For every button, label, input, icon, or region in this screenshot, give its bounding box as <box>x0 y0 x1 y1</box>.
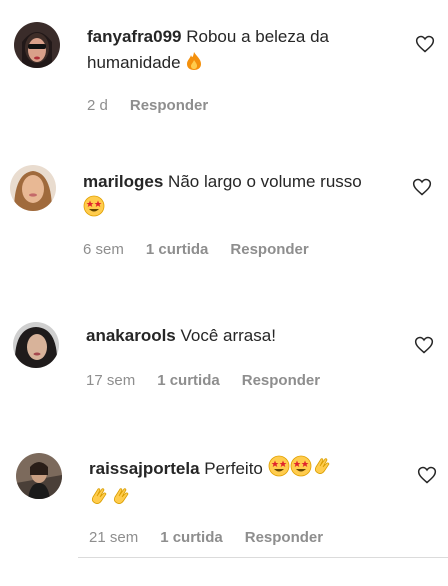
comment-body: raissajportela Perfeito <box>89 455 389 515</box>
avatar[interactable] <box>13 322 59 368</box>
reply-button[interactable]: Responder <box>242 372 320 389</box>
comment-username[interactable]: fanyafra099 <box>87 27 182 46</box>
comment-meta: 21 sem 1 curtida Responder <box>89 529 345 546</box>
comment-username[interactable]: mariloges <box>83 172 163 191</box>
likes-count[interactable]: 1 curtida <box>160 529 223 546</box>
comment-time[interactable]: 21 sem <box>89 529 138 546</box>
heart-icon[interactable] <box>414 335 434 355</box>
clapping-hands-emoji-icon <box>89 485 111 515</box>
fire-emoji-icon <box>185 51 203 79</box>
avatar[interactable] <box>14 22 60 68</box>
comment-text: Perfeito <box>204 459 263 478</box>
reply-button[interactable]: Responder <box>230 241 308 258</box>
comment-text: Não largo o volume russo <box>168 172 362 191</box>
star-struck-emoji-icon <box>83 195 105 225</box>
avatar[interactable] <box>10 165 56 211</box>
comment-body: mariloges Não largo o volume russo <box>83 169 383 225</box>
comment-text: Você arrasa! <box>180 326 276 345</box>
comment-username[interactable]: anakarools <box>86 326 176 345</box>
star-struck-emoji-icon <box>268 455 290 485</box>
heart-icon[interactable] <box>412 177 432 197</box>
star-struck-emoji-icon <box>290 455 312 485</box>
comment-time[interactable]: 2 d <box>87 97 108 114</box>
avatar[interactable] <box>16 453 62 499</box>
reply-button[interactable]: Responder <box>130 97 208 114</box>
comment-time[interactable]: 17 sem <box>86 372 135 389</box>
divider <box>78 557 448 558</box>
reply-button[interactable]: Responder <box>245 529 323 546</box>
comment-time[interactable]: 6 sem <box>83 241 124 258</box>
comment-meta: 17 sem 1 curtida Responder <box>86 372 342 389</box>
likes-count[interactable]: 1 curtida <box>157 372 220 389</box>
likes-count[interactable]: 1 curtida <box>146 241 209 258</box>
comment-username[interactable]: raissajportela <box>89 459 200 478</box>
heart-icon[interactable] <box>417 465 437 485</box>
clapping-hands-emoji-icon <box>111 485 133 515</box>
comment-meta: 6 sem 1 curtida Responder <box>83 241 331 258</box>
comment-body: anakarools Você arrasa! <box>86 323 386 349</box>
comment-meta: 2 d Responder <box>87 97 230 114</box>
comment-body: fanyafra099 Robou a beleza da humanidade <box>87 24 387 79</box>
heart-icon[interactable] <box>415 34 435 54</box>
clapping-hands-emoji-icon <box>312 455 334 485</box>
